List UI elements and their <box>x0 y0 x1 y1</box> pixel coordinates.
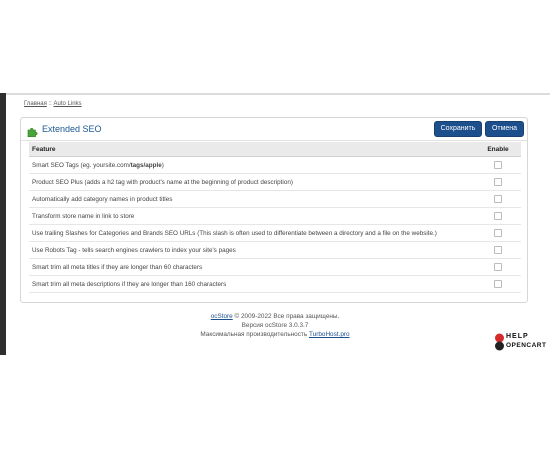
footer-performance-text: Максимальная производительность <box>200 331 308 338</box>
enable-cell <box>475 275 521 293</box>
footer-host-link[interactable]: TurboHost.pro <box>309 331 350 338</box>
feature-label-bold: tags/apple <box>130 161 162 169</box>
feature-label-part: ) <box>161 161 164 169</box>
feature-label: Use trailing Slashes for Categories and … <box>29 224 475 242</box>
table-row: Smart trim all meta descriptions if they… <box>29 275 521 293</box>
feature-label: Automatically add category names in prod… <box>29 190 475 208</box>
feature-label: Smart SEO Tags (eg. yoursite.com/tags/ap… <box>29 156 475 174</box>
breadcrumb-separator: :: <box>48 101 52 107</box>
help-badge-icon <box>494 333 505 356</box>
help-opencart-logo: HELP OPENCART <box>494 333 546 353</box>
enable-checkbox[interactable] <box>494 280 502 288</box>
enable-cell <box>475 258 521 276</box>
enable-checkbox[interactable] <box>494 229 502 237</box>
enable-checkbox[interactable] <box>494 195 502 203</box>
features-table: Feature Enable Smart SEO Tags (eg. yours… <box>29 142 521 293</box>
enable-checkbox[interactable] <box>494 161 502 169</box>
enable-column-header: Enable <box>475 142 521 157</box>
feature-column-header: Feature <box>29 142 475 157</box>
table-row: Transform store name in link to store <box>29 207 521 225</box>
enable-cell <box>475 173 521 191</box>
table-row: Smart SEO Tags (eg. yoursite.com/tags/ap… <box>29 156 521 174</box>
footer-performance: Максимальная производительность TurboHos… <box>0 331 550 338</box>
breadcrumb-home-link[interactable]: Главная <box>24 101 47 107</box>
feature-label: Use Robots Tag - tells search engines cr… <box>29 241 475 259</box>
feature-label: Transform store name in link to store <box>29 207 475 225</box>
panel-title: Extended SEO <box>42 124 102 134</box>
feature-label-part: Smart SEO Tags (eg. yoursite.com/ <box>32 161 131 169</box>
enable-cell <box>475 156 521 174</box>
enable-checkbox[interactable] <box>494 178 502 186</box>
table-header-row: Feature Enable <box>29 142 521 157</box>
logo-line-opencart: OPENCART <box>506 342 547 349</box>
extended-seo-panel: Extended SEO Сохранить Отмена Feature En… <box>20 117 528 303</box>
enable-cell <box>475 241 521 259</box>
enable-cell <box>475 190 521 208</box>
table-row: Smart trim all meta titles if they are l… <box>29 258 521 276</box>
save-button[interactable]: Сохранить <box>434 121 482 137</box>
enable-cell <box>475 207 521 225</box>
breadcrumb: Главная :: Auto Links <box>24 101 82 107</box>
table-row: Use trailing Slashes for Categories and … <box>29 224 521 242</box>
table-row: Use Robots Tag - tells search engines cr… <box>29 241 521 259</box>
enable-checkbox[interactable] <box>494 212 502 220</box>
feature-label: Product SEO Plus (adds a h2 tag with pro… <box>29 173 475 191</box>
table-row: Automatically add category names in prod… <box>29 190 521 208</box>
breadcrumb-current-link[interactable]: Auto Links <box>54 101 82 107</box>
footer-copyright: ocStore © 2009-2022 Все права защищены. <box>0 313 550 320</box>
header-divider <box>6 93 550 95</box>
enable-checkbox[interactable] <box>494 246 502 254</box>
footer-brand-link[interactable]: ocStore <box>211 313 233 320</box>
enable-checkbox[interactable] <box>494 263 502 271</box>
feature-label: Smart trim all meta descriptions if they… <box>29 275 475 293</box>
footer-copyright-text: © 2009-2022 Все права защищены. <box>234 313 340 320</box>
logo-line-help: HELP <box>506 333 529 340</box>
feature-label: Smart trim all meta titles if they are l… <box>29 258 475 276</box>
table-row: Product SEO Plus (adds a h2 tag with pro… <box>29 173 521 191</box>
footer-version: Версия ocStore 3.0.3.7 <box>241 322 309 329</box>
enable-cell <box>475 224 521 242</box>
cancel-button[interactable]: Отмена <box>485 121 524 137</box>
puzzle-icon <box>27 124 38 142</box>
panel-heading: Extended SEO Сохранить Отмена <box>21 118 527 141</box>
